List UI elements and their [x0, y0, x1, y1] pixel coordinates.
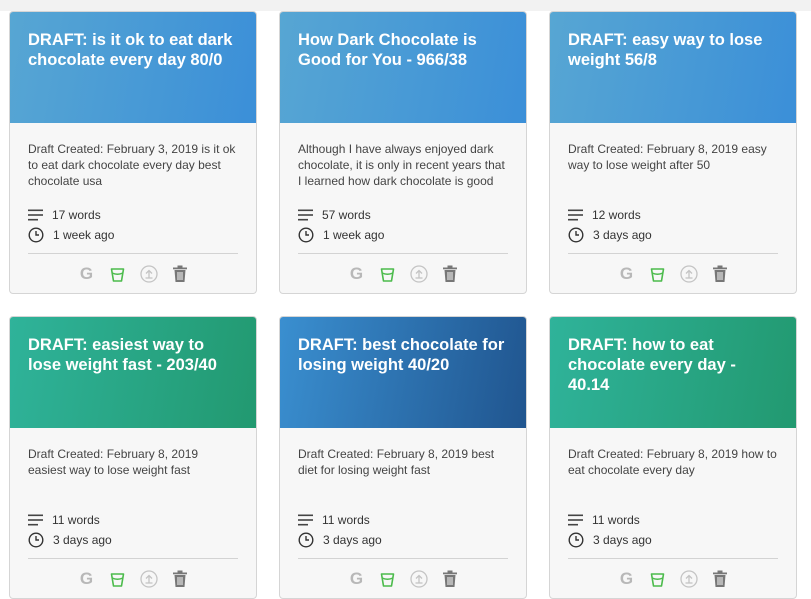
cup-icon[interactable]: [108, 570, 127, 589]
time-ago: 3 days ago: [568, 225, 778, 245]
draft-card[interactable]: DRAFT: best chocolate for losing weight …: [279, 316, 527, 599]
card-title[interactable]: DRAFT: easiest way to lose weight fast -…: [28, 335, 238, 375]
time-ago: 3 days ago: [568, 530, 778, 550]
word-count-label: 57 words: [322, 208, 371, 222]
upload-icon[interactable]: [409, 570, 428, 589]
word-count-label: 11 words: [322, 513, 370, 527]
clock-icon: [568, 532, 593, 548]
google-icon[interactable]: G: [77, 569, 96, 589]
time-ago-label: 3 days ago: [53, 533, 112, 547]
time-ago-label: 3 days ago: [593, 228, 652, 242]
clock-icon: [28, 532, 53, 548]
draft-card[interactable]: How Dark Chocolate is Good for You - 966…: [279, 11, 527, 294]
word-count-label: 11 words: [592, 513, 640, 527]
clock-icon: [568, 227, 593, 243]
card-excerpt: Draft Created: February 8, 2019 best die…: [298, 447, 495, 477]
upload-icon[interactable]: [409, 265, 428, 284]
clock-icon: [28, 227, 53, 243]
card-title[interactable]: How Dark Chocolate is Good for You - 966…: [298, 30, 508, 70]
draft-card[interactable]: DRAFT: easy way to lose weight 56/8 Draf…: [549, 11, 797, 294]
draft-card[interactable]: DRAFT: easiest way to lose weight fast -…: [9, 316, 257, 599]
word-count: 11 words: [298, 510, 508, 530]
card-excerpt: Draft Created: February 8, 2019 how to e…: [568, 447, 777, 477]
word-count-label: 12 words: [592, 208, 641, 222]
lines-icon: [568, 209, 592, 221]
cup-icon[interactable]: [648, 570, 667, 589]
clock-icon: [298, 532, 323, 548]
cup-icon[interactable]: [378, 265, 397, 284]
trash-icon[interactable]: [710, 570, 729, 589]
word-count: 11 words: [568, 510, 778, 530]
trash-icon[interactable]: [440, 265, 459, 284]
card-actions: G: [298, 254, 508, 293]
card-excerpt: Draft Created: February 8, 2019 easy way…: [568, 142, 767, 172]
lines-icon: [568, 514, 592, 526]
card-body: Draft Created: February 8, 2019 easy way…: [550, 123, 796, 293]
card-title[interactable]: DRAFT: easy way to lose weight 56/8: [568, 30, 778, 70]
cup-icon[interactable]: [108, 265, 127, 284]
word-count: 57 words: [298, 205, 508, 225]
time-ago: 1 week ago: [298, 225, 508, 245]
time-ago: 3 days ago: [28, 530, 238, 550]
card-header[interactable]: DRAFT: how to eat chocolate every day - …: [550, 317, 796, 428]
card-title[interactable]: DRAFT: best chocolate for losing weight …: [298, 335, 508, 375]
time-ago: 3 days ago: [298, 530, 508, 550]
card-title[interactable]: DRAFT: is it ok to eat dark chocolate ev…: [28, 30, 238, 70]
word-count-label: 17 words: [52, 208, 101, 222]
google-icon[interactable]: G: [617, 264, 636, 284]
upload-icon[interactable]: [139, 265, 158, 284]
card-header[interactable]: DRAFT: is it ok to eat dark chocolate ev…: [10, 12, 256, 123]
google-icon[interactable]: G: [77, 264, 96, 284]
time-ago-label: 3 days ago: [593, 533, 652, 547]
top-strip: [0, 0, 811, 11]
card-body: Draft Created: February 8, 2019 how to e…: [550, 428, 796, 598]
lines-icon: [298, 209, 322, 221]
trash-icon[interactable]: [170, 570, 189, 589]
card-actions: G: [28, 254, 238, 293]
card-actions: G: [298, 559, 508, 598]
card-header[interactable]: DRAFT: easiest way to lose weight fast -…: [10, 317, 256, 428]
card-excerpt: Draft Created: February 3, 2019 is it ok…: [28, 142, 236, 188]
trash-icon[interactable]: [710, 265, 729, 284]
lines-icon: [298, 514, 322, 526]
upload-icon[interactable]: [679, 265, 698, 284]
time-ago-label: 1 week ago: [53, 228, 115, 242]
time-ago-label: 3 days ago: [323, 533, 382, 547]
card-excerpt: Although I have always enjoyed dark choc…: [298, 142, 505, 188]
lines-icon: [28, 209, 52, 221]
card-actions: G: [568, 254, 778, 293]
lines-icon: [28, 514, 52, 526]
google-icon[interactable]: G: [347, 264, 366, 284]
card-header[interactable]: DRAFT: easy way to lose weight 56/8: [550, 12, 796, 123]
card-actions: G: [568, 559, 778, 598]
word-count-label: 11 words: [52, 513, 100, 527]
time-ago: 1 week ago: [28, 225, 238, 245]
word-count: 11 words: [28, 510, 238, 530]
trash-icon[interactable]: [440, 570, 459, 589]
upload-icon[interactable]: [139, 570, 158, 589]
cup-icon[interactable]: [378, 570, 397, 589]
clock-icon: [298, 227, 323, 243]
draft-card[interactable]: DRAFT: how to eat chocolate every day - …: [549, 316, 797, 599]
card-actions: G: [28, 559, 238, 598]
trash-icon[interactable]: [170, 265, 189, 284]
google-icon[interactable]: G: [347, 569, 366, 589]
card-header[interactable]: How Dark Chocolate is Good for You - 966…: [280, 12, 526, 123]
card-body: Although I have always enjoyed dark choc…: [280, 123, 526, 293]
card-excerpt: Draft Created: February 8, 2019 easiest …: [28, 447, 199, 477]
word-count: 12 words: [568, 205, 778, 225]
time-ago-label: 1 week ago: [323, 228, 385, 242]
upload-icon[interactable]: [679, 570, 698, 589]
card-body: Draft Created: February 8, 2019 easiest …: [10, 428, 256, 598]
card-header[interactable]: DRAFT: best chocolate for losing weight …: [280, 317, 526, 428]
word-count: 17 words: [28, 205, 238, 225]
card-title[interactable]: DRAFT: how to eat chocolate every day - …: [568, 335, 778, 395]
google-icon[interactable]: G: [617, 569, 636, 589]
draft-card[interactable]: DRAFT: is it ok to eat dark chocolate ev…: [9, 11, 257, 294]
card-body: Draft Created: February 3, 2019 is it ok…: [10, 123, 256, 293]
cup-icon[interactable]: [648, 265, 667, 284]
card-body: Draft Created: February 8, 2019 best die…: [280, 428, 526, 598]
